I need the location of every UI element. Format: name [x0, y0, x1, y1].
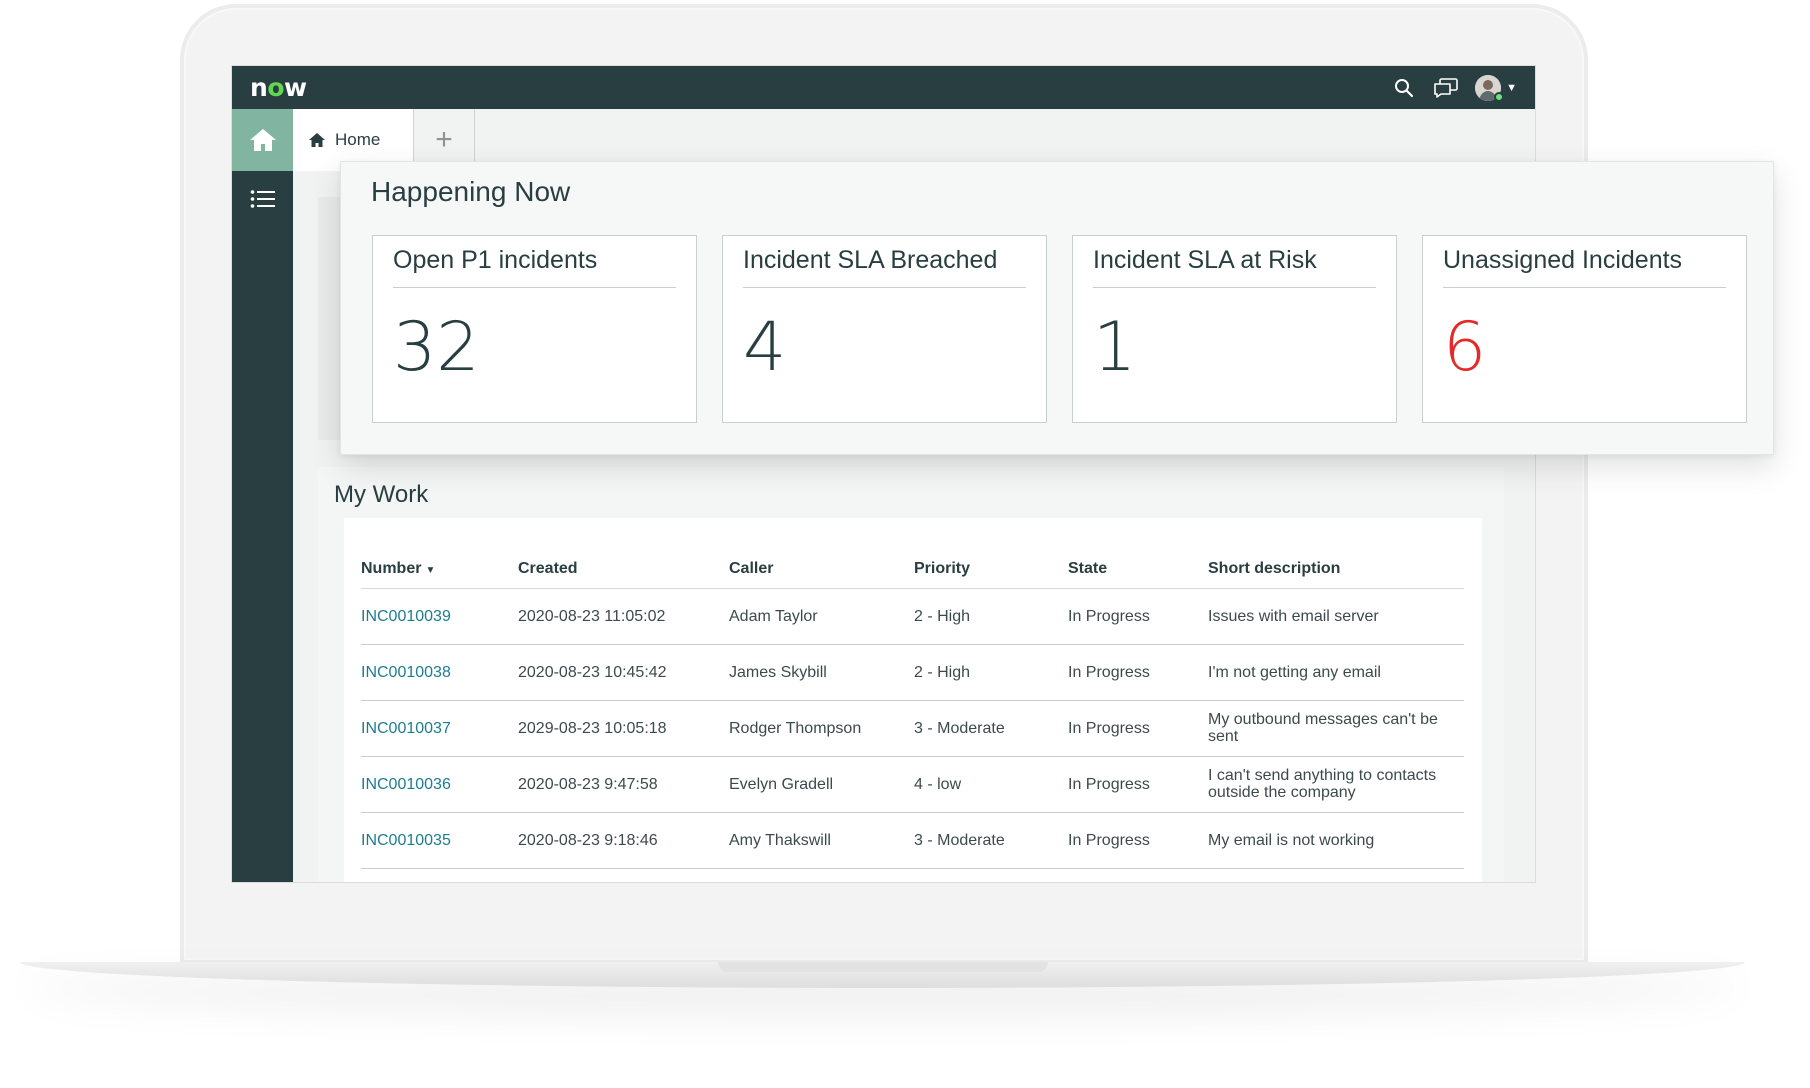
column-header-state[interactable]: State — [1068, 550, 1208, 589]
table-row[interactable]: INC0010038 2020-08-23 10:45:42 James Sky… — [361, 644, 1464, 701]
tile-label: Incident SLA at Risk — [1093, 246, 1376, 288]
top-header-bar: now ▼ — [232, 66, 1535, 109]
tile-value: 6 — [1443, 308, 1487, 387]
priority-cell: 3 - Moderate — [914, 700, 1068, 757]
column-header-number[interactable]: Number ▼ — [361, 550, 518, 589]
tile-label: Incident SLA Breached — [743, 246, 1026, 288]
nav-home-button[interactable] — [232, 109, 293, 171]
table-row[interactable]: INC0010036 2020-08-23 9:47:58 Evelyn Gra… — [361, 756, 1464, 813]
tile-incident-sla-at-risk[interactable]: Incident SLA at Risk 1 — [1072, 235, 1397, 423]
created-cell: 2020-08-23 9:18:46 — [518, 812, 729, 869]
state-cell: In Progress — [1068, 700, 1208, 757]
description-cell: Issues with email server — [1208, 588, 1464, 645]
description-cell: My outbound messages can't be sent — [1208, 700, 1464, 757]
description-cell: I can't send anything to contacts outsid… — [1208, 756, 1464, 813]
chevron-down-icon: ▼ — [1506, 81, 1517, 94]
tile-value: 32 — [393, 308, 480, 387]
column-header-caller[interactable]: Caller — [729, 550, 914, 589]
caller-cell: James Skybill — [729, 644, 914, 701]
created-cell: 2020-08-23 10:45:42 — [518, 644, 729, 701]
my-work-panel: My Work Number ▼ Created Caller Priority … — [318, 467, 1504, 882]
column-header-priority[interactable]: Priority — [914, 550, 1068, 589]
tile-value: 4 — [743, 308, 787, 387]
table-row[interactable]: INC0010037 2029-08-23 10:05:18 Rodger Th… — [361, 700, 1464, 757]
description-cell: My email is not working — [1208, 812, 1464, 869]
column-header-short-description[interactable]: Short description — [1208, 550, 1464, 589]
priority-cell: 4 - low — [914, 756, 1068, 813]
side-navigation — [232, 109, 293, 882]
tab-home-label: Home — [335, 130, 381, 149]
incident-number-link[interactable]: INC0010038 — [361, 644, 518, 701]
presence-indicator — [1494, 91, 1505, 102]
description-cell: I'm not getting any email — [1208, 644, 1464, 701]
search-icon[interactable] — [1391, 75, 1417, 101]
nav-list-button[interactable] — [232, 171, 293, 227]
column-header-created[interactable]: Created — [518, 550, 729, 589]
caller-cell: Rodger Thompson — [729, 700, 914, 757]
incidents-table: Number ▼ Created Caller Priority State Sh… — [361, 550, 1464, 869]
incident-number-link[interactable]: INC0010036 — [361, 756, 518, 813]
table-header-row: Number ▼ Created Caller Priority State Sh… — [361, 550, 1464, 589]
caller-cell: Adam Taylor — [729, 588, 914, 645]
created-cell: 2029-08-23 10:05:18 — [518, 700, 729, 757]
tile-label: Open P1 incidents — [393, 246, 676, 288]
list-icon — [250, 190, 275, 208]
sort-descending-icon: ▼ — [425, 564, 436, 576]
state-cell: In Progress — [1068, 588, 1208, 645]
created-cell: 2020-08-23 9:47:58 — [518, 756, 729, 813]
laptop-notch — [718, 962, 1048, 972]
table-row[interactable]: INC0010039 2020-08-23 11:05:02 Adam Tayl… — [361, 588, 1464, 645]
tile-label: Unassigned Incidents — [1443, 246, 1726, 288]
home-icon — [309, 133, 325, 147]
table-row[interactable]: INC0010035 2020-08-23 9:18:46 Amy Thaksw… — [361, 812, 1464, 869]
header-tools: ▼ — [1391, 74, 1517, 102]
incident-number-link[interactable]: INC0010037 — [361, 700, 518, 757]
state-cell: In Progress — [1068, 644, 1208, 701]
tile-unassigned-incidents[interactable]: Unassigned Incidents 6 — [1422, 235, 1747, 423]
home-icon — [249, 129, 276, 151]
servicenow-logo[interactable]: now — [250, 73, 307, 102]
caller-cell: Evelyn Gradell — [729, 756, 914, 813]
priority-cell: 2 - High — [914, 644, 1068, 701]
tile-open-p1-incidents[interactable]: Open P1 incidents 32 — [372, 235, 697, 423]
happening-now-panel: Happening Now Open P1 incidents 32 Incid… — [340, 161, 1774, 455]
user-menu[interactable]: ▼ — [1475, 74, 1517, 102]
priority-cell: 3 - Moderate — [914, 812, 1068, 869]
priority-cell: 2 - High — [914, 588, 1068, 645]
chat-icon[interactable] — [1433, 75, 1459, 101]
incident-number-link[interactable]: INC0010035 — [361, 812, 518, 869]
my-work-title: My Work — [334, 481, 429, 508]
state-cell: In Progress — [1068, 756, 1208, 813]
tile-value: 1 — [1093, 308, 1137, 387]
state-cell: In Progress — [1068, 812, 1208, 869]
happening-now-title: Happening Now — [371, 176, 571, 207]
created-cell: 2020-08-23 11:05:02 — [518, 588, 729, 645]
metric-tiles: Open P1 incidents 32 Incident SLA Breach… — [372, 235, 1747, 423]
incident-number-link[interactable]: INC0010039 — [361, 588, 518, 645]
my-work-table-card: Number ▼ Created Caller Priority State Sh… — [344, 518, 1482, 882]
caller-cell: Amy Thakswill — [729, 812, 914, 869]
tile-incident-sla-breached[interactable]: Incident SLA Breached 4 — [722, 235, 1047, 423]
